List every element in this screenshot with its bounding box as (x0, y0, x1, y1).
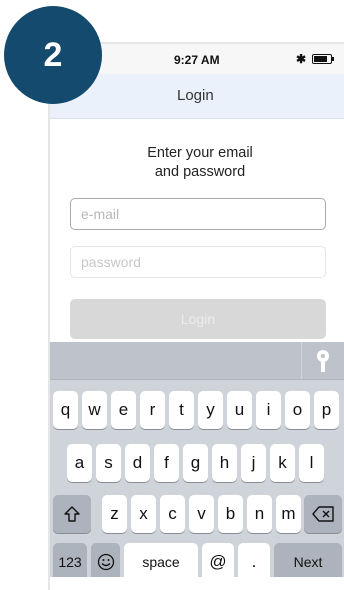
key-f[interactable]: f (154, 444, 179, 482)
key-k[interactable]: k (270, 444, 295, 482)
key-i[interactable]: i (256, 391, 281, 429)
key-x[interactable]: x (131, 495, 156, 533)
status-icons: ✱ (295, 52, 334, 66)
key-m[interactable]: m (276, 495, 301, 533)
next-key[interactable]: Next (274, 543, 342, 577)
email-input[interactable] (70, 198, 326, 230)
password-input[interactable] (70, 246, 326, 278)
nav-title: Login (177, 87, 214, 104)
numbers-key[interactable]: 123 (53, 543, 87, 577)
key-p[interactable]: p (314, 391, 339, 429)
key-z[interactable]: z (102, 495, 127, 533)
key-r[interactable]: r (140, 391, 165, 429)
bluetooth-icon: ✱ (295, 52, 306, 66)
key-c[interactable]: c (160, 495, 185, 533)
key-d[interactable]: d (125, 444, 150, 482)
login-instructions: Enter your email and password (110, 144, 290, 182)
login-button[interactable]: Login (70, 299, 326, 339)
key-s[interactable]: s (96, 444, 121, 482)
key-u[interactable]: u (227, 391, 252, 429)
key-n[interactable]: n (247, 495, 272, 533)
step-number: 2 (43, 35, 63, 74)
key-y[interactable]: y (198, 391, 223, 429)
at-key[interactable]: @ (202, 543, 234, 577)
key-t[interactable]: t (169, 391, 194, 429)
emoji-key[interactable] (91, 543, 120, 577)
key-g[interactable]: g (183, 444, 208, 482)
key-j[interactable]: j (241, 444, 266, 482)
shift-icon (64, 506, 80, 522)
key-w[interactable]: w (82, 391, 107, 429)
key-q[interactable]: q (53, 391, 78, 429)
key-icon[interactable] (316, 350, 330, 372)
battery-icon (312, 54, 334, 64)
step-number-badge: 2 (4, 6, 102, 104)
shift-key[interactable] (53, 495, 91, 533)
emoji-icon (97, 553, 114, 571)
key-e[interactable]: e (111, 391, 136, 429)
delete-icon (312, 506, 334, 522)
accessory-divider (301, 342, 302, 379)
space-key[interactable]: space (124, 543, 198, 577)
status-time: 9:27 AM (174, 53, 220, 67)
key-o[interactable]: o (285, 391, 310, 429)
keyboard: q w e r t y u i o p a s d f g h j k l z … (50, 342, 344, 577)
key-h[interactable]: h (212, 444, 237, 482)
keyboard-accessory-bar (50, 342, 344, 380)
key-v[interactable]: v (189, 495, 214, 533)
instructions-line-2: and password (154, 164, 246, 180)
key-a[interactable]: a (67, 444, 92, 482)
key-b[interactable]: b (218, 495, 243, 533)
key-l[interactable]: l (299, 444, 324, 482)
delete-key[interactable] (304, 495, 342, 533)
instructions-line-1: Enter your email (147, 145, 253, 161)
dot-key[interactable]: . (238, 543, 270, 577)
